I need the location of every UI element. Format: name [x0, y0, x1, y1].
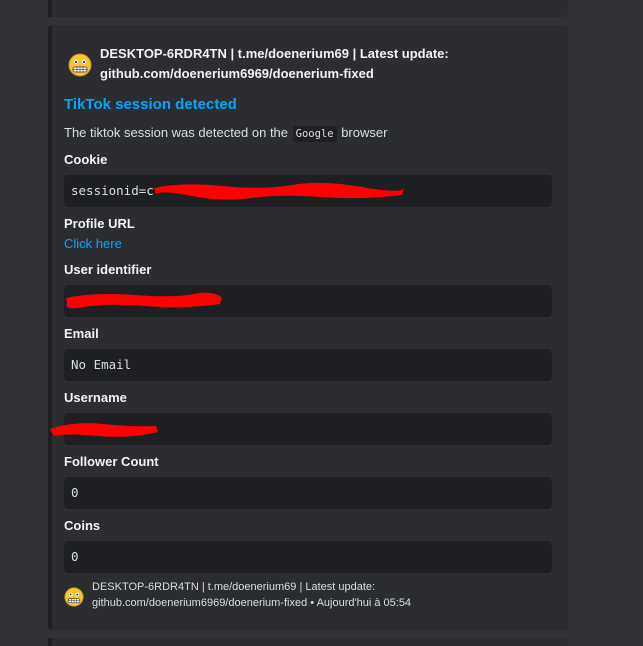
chat-area: DESKTOP-6RDR4TN | t.me/doenerium69 | Lat… [0, 0, 643, 646]
embed-author-name: DESKTOP-6RDR4TN | t.me/doenerium69 | Lat… [100, 44, 520, 84]
previous-embed [48, 0, 568, 17]
author-name-line-2: github.com/doenerium6969/doenerium-fixed [100, 66, 374, 81]
browser-inline-code: Google [292, 126, 337, 142]
field-name-cookie: Cookie [64, 152, 108, 167]
field-name-email: Email [64, 326, 99, 341]
footer-text-line-2: github.com/doenerium6969/doenerium-fixed… [92, 597, 412, 609]
field-value-cookie: sessionid=c [64, 175, 552, 207]
field-name-profile-url: Profile URL [64, 216, 135, 231]
embed-description: The tiktok session was detected on the G… [64, 124, 387, 142]
field-value-follower-count: 0 [64, 477, 552, 509]
field-name-user-identifier: User identifier [64, 262, 152, 277]
embed-footer-text: DESKTOP-6RDR4TN | t.me/doenerium69 | Lat… [92, 579, 532, 611]
field-value-email: No Email [64, 349, 552, 381]
author-name-line-1: DESKTOP-6RDR4TN | t.me/doenerium69 | Lat… [100, 46, 449, 61]
grimacing-face-icon [68, 53, 92, 77]
description-text-before: The tiktok session was detected on the [64, 125, 289, 140]
field-value-username [64, 413, 552, 445]
tiktok-session-embed: DESKTOP-6RDR4TN | t.me/doenerium69 | Lat… [48, 25, 568, 630]
embed-title[interactable]: TikTok session detected [64, 95, 237, 115]
field-name-username: Username [64, 390, 127, 405]
field-value-user-identifier [64, 285, 552, 317]
footer-text-line-1: DESKTOP-6RDR4TN | t.me/doenerium69 | Lat… [92, 581, 376, 593]
follower-count-value-text: 0 [71, 485, 79, 500]
field-value-coins: 0 [64, 541, 552, 573]
field-name-follower-count: Follower Count [64, 454, 159, 469]
description-text-after: browser [341, 125, 388, 140]
coins-value-text: 0 [71, 549, 79, 564]
next-embed [48, 638, 568, 646]
field-name-coins: Coins [64, 518, 101, 533]
cookie-value-text: sessionid=c [71, 183, 154, 198]
profile-url-link[interactable]: Click here [64, 235, 122, 253]
grimacing-face-icon [64, 587, 84, 607]
email-value-text: No Email [71, 357, 132, 372]
